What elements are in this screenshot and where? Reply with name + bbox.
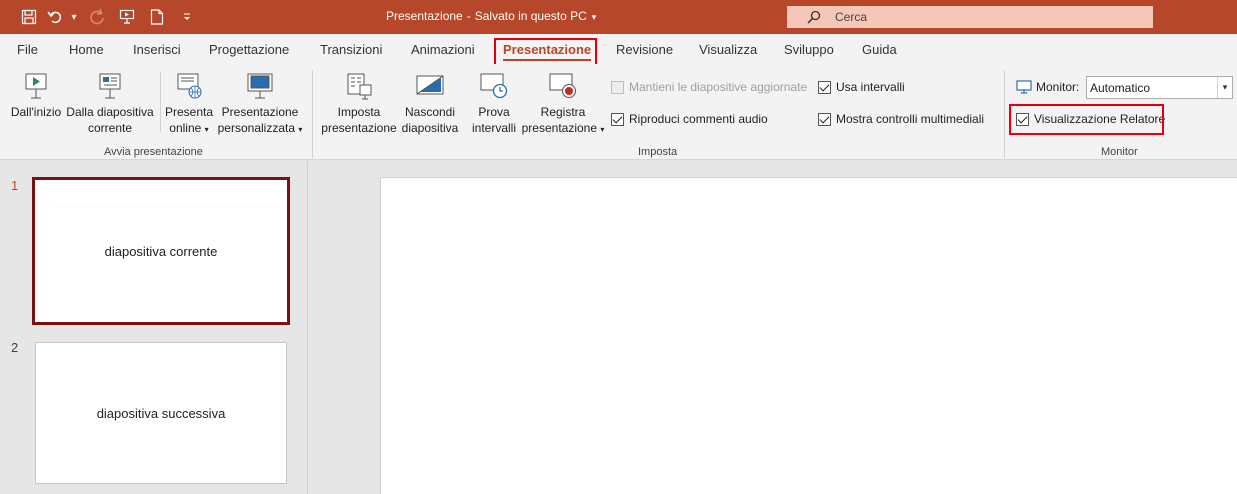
custom-slide-show-label: Presentazione <box>221 105 299 119</box>
presenter-view-highlight-box <box>1009 104 1164 135</box>
new-file-icon[interactable] <box>142 0 172 34</box>
monitor-label: Monitor: <box>1016 80 1079 94</box>
chevron-down-icon[interactable]: ▾ <box>1217 77 1232 98</box>
from-current-label: Dalla diapositiva <box>66 105 154 119</box>
tab-help[interactable]: Guida <box>862 42 897 57</box>
title-dropdown-icon[interactable]: ▾ <box>592 12 597 22</box>
checkbox-box <box>611 112 624 126</box>
record-label-2: presentazione ▾ <box>521 121 605 135</box>
custom-slide-show-icon <box>245 72 275 100</box>
present-online-dropdown-icon[interactable]: ▾ <box>205 125 209 134</box>
hide-slide-label-2: diapositiva <box>401 121 459 135</box>
window-title[interactable]: Presentazione - Salvato in questo PC ▾ <box>386 9 596 23</box>
play-narrations-checkbox[interactable]: Riproduci commenti audio <box>611 112 768 126</box>
search-box[interactable]: Cerca <box>787 6 1153 28</box>
keep-slides-updated-checkbox[interactable]: Mantieni le diapositive aggiornate <box>611 80 807 94</box>
search-placeholder: Cerca <box>835 10 868 24</box>
customize-quick-access-icon[interactable] <box>172 0 202 34</box>
save-status: Salvato in questo PC <box>474 9 587 23</box>
undo-icon[interactable] <box>44 0 66 34</box>
hide-slide-label: Nascondi <box>404 105 456 119</box>
tab-transitions[interactable]: Transizioni <box>320 42 382 57</box>
monitor-select-value: Automatico <box>1090 81 1151 95</box>
checkbox-box <box>611 80 624 94</box>
rehearse-timings-button[interactable]: Prova intervalli <box>466 72 522 136</box>
custom-slide-show-label-2: personalizzata ▾ <box>217 121 303 135</box>
start-group-label: Avvia presentazione <box>104 146 203 158</box>
tab-file[interactable]: File <box>17 42 38 57</box>
present-online-button[interactable]: Presenta online ▾ <box>163 72 215 138</box>
checkbox-box <box>818 80 831 94</box>
setup-group-label: Imposta <box>638 146 678 158</box>
ribbon: Dall'inizio Dalla diapositiva corrente P… <box>0 64 1237 160</box>
present-online-icon <box>174 72 204 100</box>
tab-animations[interactable]: Animazioni <box>411 42 475 57</box>
set-up-label-2: presentazione <box>321 121 397 135</box>
use-timings-label: Usa intervalli <box>836 80 905 94</box>
quick-access-toolbar: ▾ <box>0 0 202 34</box>
play-from-current-icon <box>95 72 125 100</box>
slide-thumbnail[interactable]: diapositiva corrente <box>32 177 290 325</box>
tab-design[interactable]: Progettazione <box>209 42 289 57</box>
group-divider <box>1004 70 1005 158</box>
play-narrations-label: Riproduci commenti audio <box>629 112 768 126</box>
search-icon <box>807 10 821 24</box>
record-icon <box>548 72 578 100</box>
group-divider <box>160 72 161 132</box>
slide-thumbnails-pane: 1 diapositiva corrente 2 diapositiva suc… <box>0 161 308 494</box>
from-current-label-2: corrente <box>87 121 133 135</box>
use-timings-checkbox[interactable]: Usa intervalli <box>818 80 905 94</box>
tab-home[interactable]: Home <box>69 42 104 57</box>
play-from-start-icon <box>21 72 51 100</box>
title-bar: ▾ Presentazione - Salvato in questo PC ▾ Ce… <box>0 0 1237 34</box>
undo-dropdown-icon[interactable]: ▾ <box>66 0 82 34</box>
record-dropdown-icon[interactable]: ▾ <box>600 125 604 134</box>
title-separator: - <box>466 9 471 23</box>
set-up-label: Imposta <box>337 105 381 119</box>
show-media-controls-checkbox[interactable]: Mostra controlli multimediali <box>818 112 984 126</box>
ribbon-tabs: File Home Inserisci Progettazione Transi… <box>0 34 1237 68</box>
hide-slide-icon <box>415 72 445 100</box>
from-beginning-label: Dall'inizio <box>10 105 62 119</box>
set-up-slide-show-icon <box>344 72 374 100</box>
hide-slide-button[interactable]: Nascondi diapositiva <box>398 72 462 136</box>
tab-review[interactable]: Revisione <box>616 42 673 57</box>
tab-developer[interactable]: Sviluppo <box>784 42 834 57</box>
redo-icon[interactable] <box>82 0 112 34</box>
monitor-select[interactable]: Automatico ▾ <box>1086 76 1233 99</box>
slide-number: 1 <box>11 178 19 193</box>
slide-thumbnail[interactable]: diapositiva successiva <box>35 342 287 484</box>
keep-slides-updated-label: Mantieni le diapositive aggiornate <box>629 80 808 94</box>
save-icon[interactable] <box>14 0 44 34</box>
tab-view[interactable]: Visualizza <box>699 42 757 57</box>
from-beginning-button[interactable]: Dall'inizio <box>6 72 66 120</box>
document-name: Presentazione <box>386 9 463 23</box>
set-up-slide-show-button[interactable]: Imposta presentazione <box>320 72 398 136</box>
rehearse-label: Prova <box>478 105 510 119</box>
start-presentation-icon[interactable] <box>112 0 142 34</box>
slide-thumbnail-text: diapositiva successiva <box>96 405 226 421</box>
group-divider <box>312 70 313 158</box>
rehearse-label-2: intervalli <box>471 121 516 135</box>
slide-thumbnail-text: diapositiva corrente <box>104 243 218 259</box>
custom-slide-show-dropdown-icon[interactable]: ▾ <box>298 125 302 134</box>
record-slide-show-button[interactable]: Registra presentazione ▾ <box>518 72 608 138</box>
custom-slide-show-button[interactable]: Presentazione personalizzata ▾ <box>214 72 306 138</box>
monitor-label-text: Monitor: <box>1036 80 1080 94</box>
record-label: Registra <box>540 105 586 119</box>
slide-editing-area <box>309 161 1237 494</box>
present-online-label: Presenta <box>164 105 214 119</box>
show-media-controls-label: Mostra controlli multimediali <box>836 112 985 126</box>
slide-canvas[interactable] <box>380 177 1237 494</box>
slide-number: 2 <box>11 340 19 355</box>
monitor-group-label: Monitor <box>1101 146 1138 158</box>
from-current-slide-button[interactable]: Dalla diapositiva corrente <box>64 72 156 136</box>
present-online-label-2: online ▾ <box>169 121 209 135</box>
monitor-icon <box>1016 80 1032 94</box>
checkbox-box <box>818 112 831 126</box>
tab-insert[interactable]: Inserisci <box>133 42 181 57</box>
rehearse-timings-icon <box>479 72 509 100</box>
